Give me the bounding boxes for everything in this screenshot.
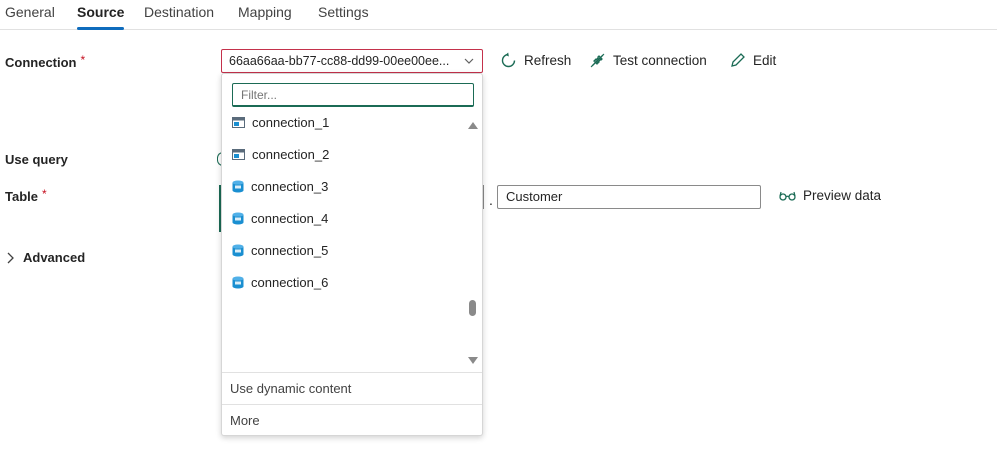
list-item[interactable]: connection_3 [232, 174, 462, 198]
list-item[interactable]: connection_2 [232, 142, 462, 166]
use-dynamic-content-option[interactable]: Use dynamic content [222, 372, 482, 404]
edit-button[interactable]: Edit [730, 52, 776, 68]
connection-label: Connection * [5, 53, 86, 70]
sql-database-icon [232, 276, 244, 288]
list-item[interactable]: connection_6 [232, 270, 462, 294]
table-label: Table * [5, 187, 47, 204]
scroll-thumb[interactable] [469, 300, 476, 316]
tab-general[interactable]: General [5, 4, 55, 30]
chevron-right-icon [7, 252, 14, 263]
list-item[interactable]: connection_1 [232, 110, 462, 134]
required-mark: * [42, 187, 47, 201]
scroll-down-arrow-icon[interactable] [468, 357, 478, 364]
tab-destination[interactable]: Destination [144, 4, 214, 30]
more-option[interactable]: More [222, 404, 482, 436]
list-item[interactable]: connection_5 [232, 238, 462, 262]
sql-database-icon [232, 244, 244, 256]
refresh-button[interactable]: Refresh [500, 52, 571, 69]
glasses-icon [779, 191, 796, 201]
server-icon [232, 116, 245, 128]
sql-database-icon [232, 180, 244, 192]
server-icon [232, 148, 245, 160]
table-separator: . [489, 192, 493, 208]
pencil-icon [731, 53, 745, 67]
filter-input[interactable] [232, 83, 474, 107]
advanced-toggle[interactable]: Advanced [6, 250, 85, 265]
tab-mapping[interactable]: Mapping [238, 4, 292, 30]
list-scrollbar[interactable] [466, 120, 478, 366]
required-mark: * [80, 53, 86, 67]
list-item[interactable]: connection_4 [232, 206, 462, 230]
plug-icon [590, 53, 605, 68]
sql-database-icon [232, 212, 244, 224]
scroll-up-arrow-icon[interactable] [468, 122, 478, 129]
table-name-input[interactable]: Customer [497, 185, 761, 209]
test-connection-button[interactable]: Test connection [589, 52, 707, 69]
connection-select[interactable]: 66aa66aa-bb77-cc88-dd99-00ee00ee... [221, 49, 483, 73]
use-query-label: Use query [5, 152, 68, 167]
tab-source[interactable]: Source [77, 4, 125, 30]
tab-settings[interactable]: Settings [318, 4, 369, 30]
chevron-down-icon [464, 58, 474, 64]
refresh-icon [501, 52, 516, 68]
preview-data-button[interactable]: Preview data [779, 188, 881, 203]
connection-dropdown: connection_1 connection_2 connection_3 c… [221, 73, 483, 436]
connection-value: 66aa66aa-bb77-cc88-dd99-00ee00ee... [229, 54, 450, 68]
tab-bar: General Source Destination Mapping Setti… [0, 0, 997, 30]
